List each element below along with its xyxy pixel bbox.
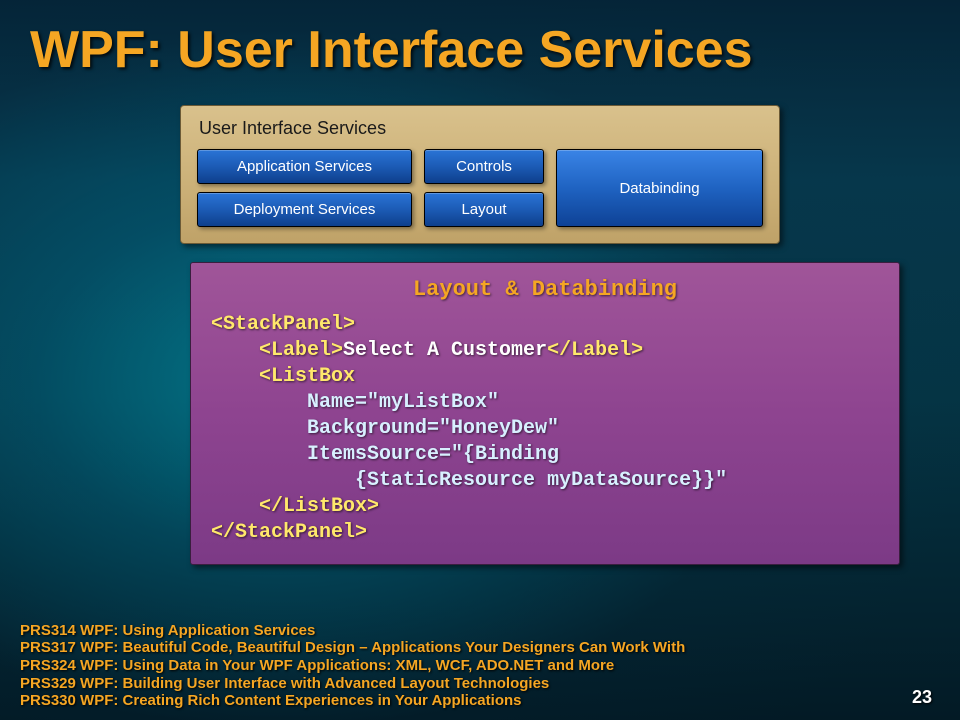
page-number: 23 <box>912 687 932 708</box>
session-item: PRS329 WPF: Building User Interface with… <box>20 675 685 693</box>
code-line: </ListBox> <box>211 494 879 520</box>
box-databinding: Databinding <box>556 149 763 227</box>
uis-col1: Application Services Deployment Services <box>197 149 412 227</box>
uis-col3: Databinding <box>556 149 763 227</box>
box-controls: Controls <box>424 149 544 184</box>
code-line: <StackPanel> <box>211 312 879 338</box>
code-line: </StackPanel> <box>211 520 879 546</box>
session-list: PRS314 WPF: Using Application ServicesPR… <box>20 622 685 710</box>
code-panel: Layout & Databinding <StackPanel> <Label… <box>190 262 900 565</box>
box-deployment-services: Deployment Services <box>197 192 412 227</box>
uis-grid: Application Services Deployment Services… <box>197 149 763 227</box>
session-item: PRS314 WPF: Using Application Services <box>20 622 685 640</box>
box-layout: Layout <box>424 192 544 227</box>
code-block: <StackPanel> <Label>Select A Customer</L… <box>211 312 879 546</box>
code-line: ItemsSource="{Binding <box>211 442 879 468</box>
code-title: Layout & Databinding <box>211 277 879 302</box>
code-line: Background="HoneyDew" <box>211 416 879 442</box>
uis-panel: User Interface Services Application Serv… <box>180 105 780 244</box>
uis-panel-heading: User Interface Services <box>199 118 763 139</box>
slide-title: WPF: User Interface Services <box>30 20 930 80</box>
code-line: {StaticResource myDataSource}}" <box>211 468 879 494</box>
code-line: <Label>Select A Customer</Label> <box>211 338 879 364</box>
uis-col2: Controls Layout <box>424 149 544 227</box>
session-item: PRS324 WPF: Using Data in Your WPF Appli… <box>20 657 685 675</box>
box-application-services: Application Services <box>197 149 412 184</box>
code-line: <ListBox <box>211 364 879 390</box>
code-line: Name="myListBox" <box>211 390 879 416</box>
slide: WPF: User Interface Services User Interf… <box>0 0 960 720</box>
session-item: PRS330 WPF: Creating Rich Content Experi… <box>20 692 685 710</box>
session-item: PRS317 WPF: Beautiful Code, Beautiful De… <box>20 639 685 657</box>
